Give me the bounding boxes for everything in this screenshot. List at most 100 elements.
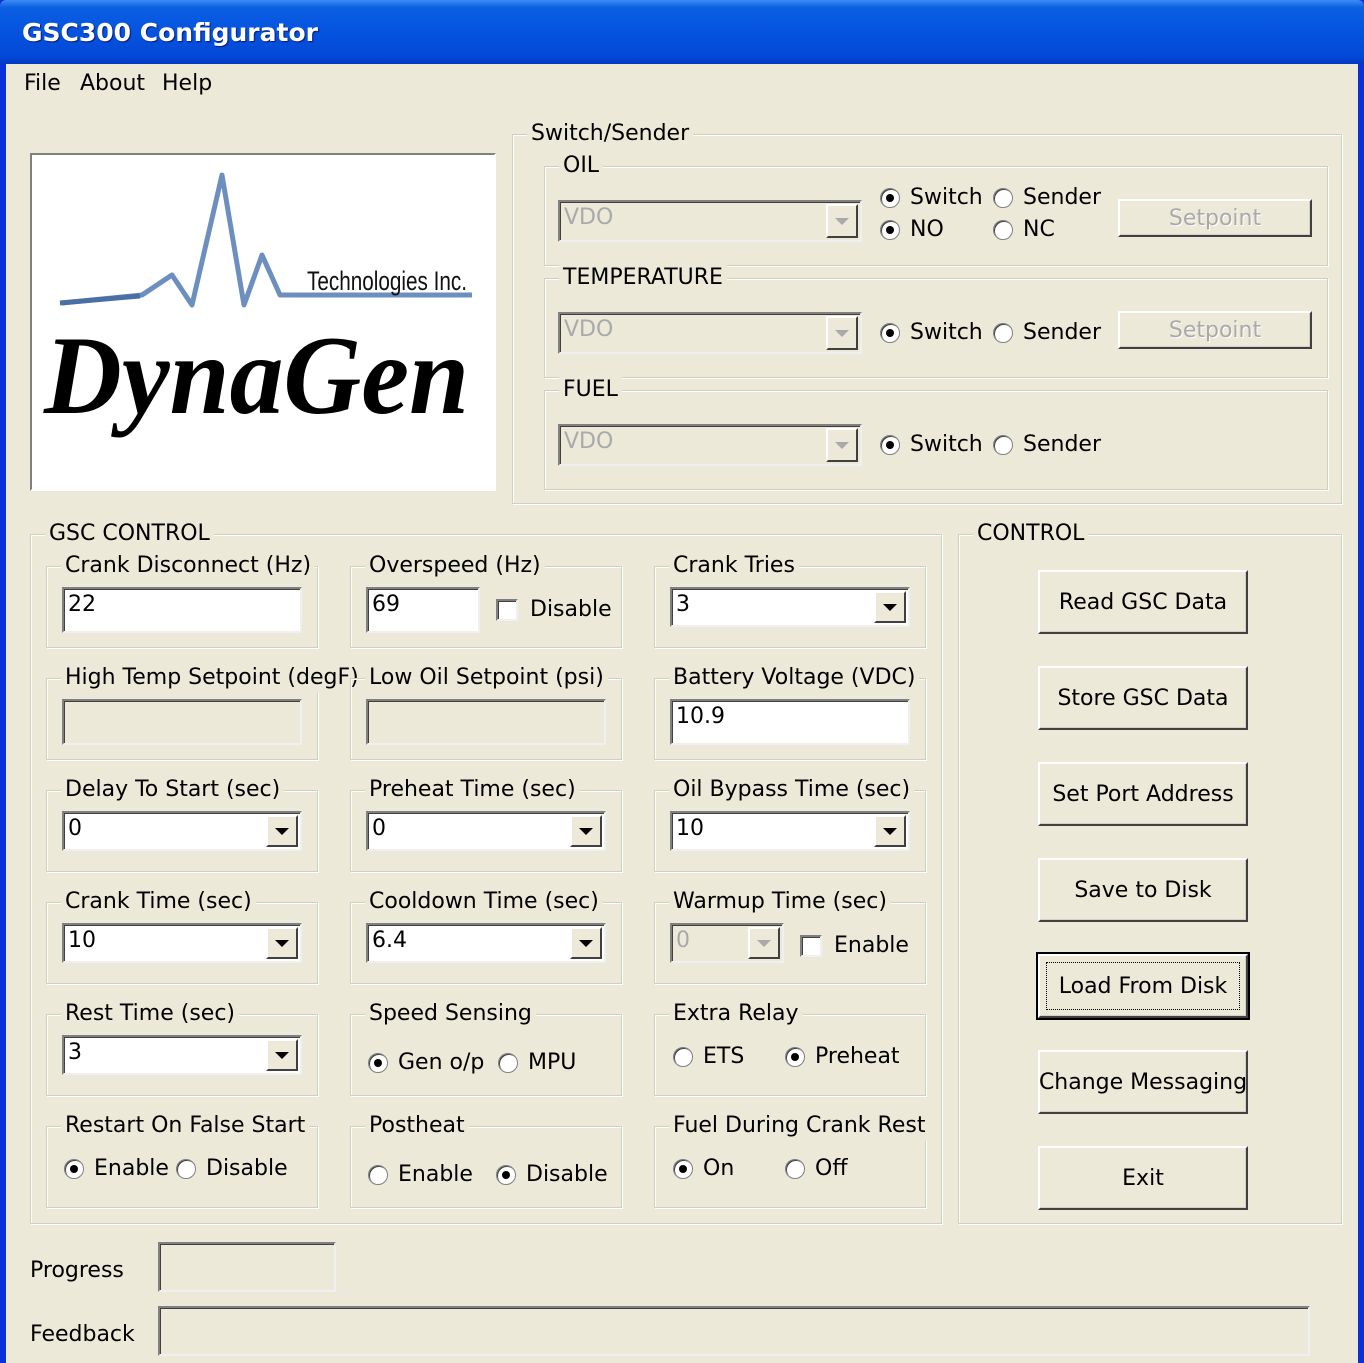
- crank-tries-select[interactable]: 3: [670, 587, 910, 627]
- oil-bypass-label: Oil Bypass Time (sec): [669, 775, 915, 805]
- save-to-disk-button[interactable]: Save to Disk: [1038, 858, 1248, 922]
- high-temp-label: High Temp Setpoint (degF): [61, 663, 363, 693]
- low-oil-field[interactable]: [366, 699, 606, 745]
- oil-bypass-value: 10: [676, 816, 704, 841]
- menu-about[interactable]: About: [80, 71, 145, 96]
- temperature-sender-radio[interactable]: Sender: [993, 320, 1101, 346]
- checkbox-icon: [496, 599, 518, 621]
- rest-time-select[interactable]: 3: [62, 1035, 302, 1075]
- cooldown-label: Cooldown Time (sec): [365, 887, 603, 917]
- chevron-down-icon[interactable]: [266, 815, 298, 847]
- window-title: GSC300 Configurator: [22, 18, 318, 47]
- rest-time-label: Rest Time (sec): [61, 999, 240, 1029]
- gsc-control-title: GSC CONTROL: [45, 519, 214, 549]
- warmup-enable-checkbox[interactable]: Enable: [800, 933, 909, 959]
- temperature-sender-select[interactable]: VDO: [558, 312, 862, 354]
- low-oil-label: Low Oil Setpoint (psi): [365, 663, 608, 693]
- fuel-crank-off-radio[interactable]: Off: [785, 1156, 847, 1182]
- oil-nc-radio[interactable]: NC: [993, 217, 1055, 243]
- warmup-label: Warmup Time (sec): [669, 887, 891, 917]
- menu-help[interactable]: Help: [162, 71, 212, 96]
- chevron-down-icon[interactable]: [748, 927, 780, 959]
- logo-brand: DynaGen: [43, 314, 469, 438]
- postheat-label: Postheat: [365, 1111, 469, 1141]
- chevron-down-icon[interactable]: [826, 428, 858, 462]
- warmup-select[interactable]: 0: [670, 923, 784, 963]
- extra-relay-label: Extra Relay: [669, 999, 803, 1029]
- postheat-enable-radio[interactable]: Enable: [368, 1162, 473, 1188]
- crank-tries-value: 3: [676, 592, 690, 617]
- chevron-down-icon[interactable]: [874, 815, 906, 847]
- radio-selected-icon: [496, 1165, 516, 1185]
- radio-selected-icon: [64, 1159, 84, 1179]
- chevron-down-icon[interactable]: [266, 1039, 298, 1071]
- restart-disable-radio[interactable]: Disable: [176, 1156, 288, 1182]
- oil-setpoint-button[interactable]: Setpoint: [1118, 199, 1312, 237]
- fuel-sender-select[interactable]: VDO: [558, 424, 862, 466]
- exit-button[interactable]: Exit: [1038, 1146, 1248, 1210]
- radio-icon: [993, 435, 1013, 455]
- cooldown-value: 6.4: [372, 928, 407, 953]
- radio-icon: [993, 323, 1013, 343]
- speed-sensing-label: Speed Sensing: [365, 999, 536, 1029]
- radio-selected-icon: [368, 1053, 388, 1073]
- switch-sender-title: Switch/Sender: [527, 119, 694, 149]
- oil-bypass-select[interactable]: 10: [670, 811, 910, 851]
- checkbox-icon: [800, 935, 822, 957]
- progress-bar: [158, 1242, 336, 1292]
- temperature-switch-radio[interactable]: Switch: [880, 320, 983, 346]
- overspeed-label: Overspeed (Hz): [365, 551, 545, 581]
- speed-mpu-radio[interactable]: MPU: [498, 1050, 576, 1076]
- crank-disconnect-field[interactable]: 22: [62, 587, 302, 633]
- fuel-crank-on-radio[interactable]: On: [673, 1156, 734, 1182]
- menu-file[interactable]: File: [24, 71, 61, 96]
- delay-start-value: 0: [68, 816, 82, 841]
- temperature-title: TEMPERATURE: [559, 263, 727, 293]
- chevron-down-icon[interactable]: [826, 316, 858, 350]
- cooldown-select[interactable]: 6.4: [366, 923, 606, 963]
- radio-selected-icon: [785, 1047, 805, 1067]
- extra-relay-preheat-radio[interactable]: Preheat: [785, 1044, 900, 1070]
- radio-icon: [993, 188, 1013, 208]
- chevron-down-icon[interactable]: [570, 927, 602, 959]
- overspeed-field[interactable]: 69: [366, 587, 480, 633]
- fuel-sender-radio[interactable]: Sender: [993, 432, 1101, 458]
- oil-no-radio[interactable]: NO: [880, 217, 944, 243]
- chevron-down-icon[interactable]: [266, 927, 298, 959]
- rest-time-value: 3: [68, 1040, 82, 1065]
- restart-enable-radio[interactable]: Enable: [64, 1156, 169, 1182]
- extra-relay-ets-radio[interactable]: ETS: [673, 1044, 744, 1070]
- set-port-address-button[interactable]: Set Port Address: [1038, 762, 1248, 826]
- radio-icon: [176, 1159, 196, 1179]
- chevron-down-icon[interactable]: [826, 204, 858, 238]
- high-temp-field[interactable]: [62, 699, 302, 745]
- delay-start-select[interactable]: 0: [62, 811, 302, 851]
- overspeed-disable-checkbox[interactable]: Disable: [496, 597, 612, 623]
- postheat-disable-radio[interactable]: Disable: [496, 1162, 608, 1188]
- oil-switch-radio[interactable]: Switch: [880, 185, 983, 211]
- radio-icon: [785, 1159, 805, 1179]
- store-gsc-data-button[interactable]: Store GSC Data: [1038, 666, 1248, 730]
- speed-gen-radio[interactable]: Gen o/p: [368, 1050, 484, 1076]
- oil-sender-radio[interactable]: Sender: [993, 185, 1101, 211]
- load-from-disk-button[interactable]: Load From Disk: [1036, 952, 1250, 1020]
- restart-label: Restart On False Start: [61, 1111, 310, 1141]
- crank-time-label: Crank Time (sec): [61, 887, 256, 917]
- oil-sender-select[interactable]: VDO: [558, 200, 862, 242]
- fuel-switch-radio[interactable]: Switch: [880, 432, 983, 458]
- temperature-sender-value: VDO: [564, 317, 614, 342]
- feedback-label: Feedback: [30, 1322, 135, 1347]
- radio-icon: [673, 1047, 693, 1067]
- change-messaging-button[interactable]: Change Messaging: [1038, 1050, 1248, 1114]
- crank-time-select[interactable]: 10: [62, 923, 302, 963]
- warmup-value: 0: [676, 928, 690, 953]
- chevron-down-icon[interactable]: [570, 815, 602, 847]
- chevron-down-icon[interactable]: [874, 591, 906, 623]
- battery-voltage-field[interactable]: 10.9: [670, 699, 910, 745]
- battery-voltage-label: Battery Voltage (VDC): [669, 663, 920, 693]
- temperature-setpoint-button[interactable]: Setpoint: [1118, 311, 1312, 349]
- focus-ring: [1046, 962, 1240, 1010]
- read-gsc-data-button[interactable]: Read GSC Data: [1038, 570, 1248, 634]
- preheat-time-select[interactable]: 0: [366, 811, 606, 851]
- title-bar[interactable]: GSC300 Configurator: [0, 0, 1364, 64]
